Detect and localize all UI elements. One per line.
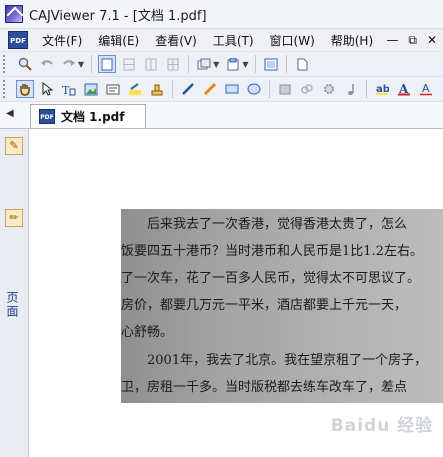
menu-edit[interactable]: 编辑(E)	[90, 32, 147, 49]
window-title: CAJViewer 7.1 - [文档 1.pdf]	[29, 8, 207, 24]
menu-tools[interactable]: 工具(T)	[205, 32, 262, 49]
search-icon[interactable]	[16, 55, 34, 73]
menu-bar: PDF 文件(F) 编辑(E) 查看(V) 工具(T) 窗口(W) 帮助(H) …	[0, 29, 443, 52]
svg-text:A: A	[422, 82, 430, 95]
toolbar-grip[interactable]	[3, 80, 11, 98]
page-text-line: 了一次车，花了一百多人民币，觉得太不可思议了。	[121, 271, 421, 286]
menu-file[interactable]: 文件(F)	[34, 32, 90, 49]
text-select-icon[interactable]: T	[60, 80, 78, 98]
text-color-icon[interactable]: ab	[373, 80, 391, 98]
chevron-down-icon[interactable]: ▼	[242, 60, 248, 69]
stamp-icon[interactable]	[148, 80, 166, 98]
pdf-icon: PDF	[8, 31, 28, 49]
gear-icon[interactable]	[320, 80, 338, 98]
link-icon[interactable]	[298, 80, 316, 98]
app-icon	[5, 5, 23, 23]
split-v-icon[interactable]	[142, 55, 160, 73]
menu-help[interactable]: 帮助(H)	[323, 32, 381, 49]
title-bar: CAJViewer 7.1 - [文档 1.pdf]	[0, 0, 443, 29]
pointer-icon[interactable]	[38, 80, 56, 98]
toolbar-separator	[188, 55, 190, 73]
side-panel: ✎ 页面 ✏	[0, 129, 29, 457]
tab-document[interactable]: PDF 文档 1.pdf	[30, 104, 146, 128]
toolbar-annotation: T ab A A	[0, 77, 443, 102]
undo-icon[interactable]	[38, 55, 56, 73]
split-h-icon[interactable]	[120, 55, 138, 73]
notes-icon[interactable]: ✎	[5, 137, 23, 155]
window-icon[interactable]	[262, 55, 280, 73]
rectangle-icon[interactable]	[223, 80, 241, 98]
toolbar-separator	[255, 55, 257, 73]
font-icon[interactable]: A	[395, 80, 413, 98]
tab-label: 文档 1.pdf	[61, 110, 125, 124]
toolbar-separator	[366, 80, 367, 98]
toolbar-separator	[172, 80, 173, 98]
pdf-icon: PDF	[39, 109, 55, 124]
toolbar-standard: ▼ ▼ ▼	[0, 52, 443, 77]
hand-icon[interactable]	[16, 80, 34, 98]
export-icon[interactable]	[224, 55, 242, 73]
select-page-icon[interactable]	[98, 55, 117, 73]
chevron-down-icon[interactable]: ▼	[78, 60, 84, 69]
toolbar-separator	[286, 55, 288, 73]
mdi-controls: — ⧉ ✕	[386, 33, 443, 48]
menu-view[interactable]: 查看(V)	[147, 32, 205, 49]
pen-icon[interactable]	[179, 80, 197, 98]
restore-icon[interactable]: ⧉	[408, 33, 417, 48]
music-icon[interactable]	[342, 80, 360, 98]
page-text-line: 卫，房租一千多。当时版税都去练车改车了，差点	[121, 380, 408, 395]
scroll-left-icon[interactable]: ◀	[6, 108, 14, 119]
underline-icon[interactable]: A	[417, 80, 435, 98]
image-select-icon[interactable]	[82, 80, 100, 98]
page-text-line: 后来我去了一次香港，觉得香港太贵了，怎么	[121, 217, 408, 232]
redo-icon[interactable]	[60, 55, 78, 73]
scanned-page-image: 后来我去了一次香港，觉得香港太贵了，怎么 饭要四五十港币？当时港币和人民币是1比…	[121, 209, 443, 403]
grid-icon[interactable]	[164, 55, 182, 73]
toolbar-grip[interactable]	[3, 55, 11, 73]
side-tab-pages[interactable]: 页面	[5, 291, 21, 319]
eraser-icon[interactable]	[276, 80, 294, 98]
ellipse-icon[interactable]	[245, 80, 263, 98]
page-text-line: 饭要四五十港币？当时港币和人民币是1比1.2左右。	[121, 244, 423, 259]
ocr-icon[interactable]	[104, 80, 122, 98]
baidu-watermark: Baidu 经验	[330, 415, 434, 436]
minimize-icon[interactable]: —	[386, 33, 398, 48]
page-text-line: 2001年，我去了北京。我在望京租了一个房子，	[121, 353, 428, 368]
menu-window[interactable]: 窗口(W)	[262, 32, 323, 49]
layout-icon[interactable]	[195, 55, 213, 73]
toolbar-separator	[269, 80, 270, 98]
page-text-line: 心舒畅。	[121, 325, 174, 340]
document-tab-strip: ◀ PDF 文档 1.pdf	[0, 102, 443, 129]
close-icon[interactable]: ✕	[427, 33, 437, 48]
document-icon[interactable]	[293, 55, 311, 73]
toolbar-separator	[91, 55, 93, 73]
highlight-icon[interactable]	[126, 80, 144, 98]
chevron-down-icon[interactable]: ▼	[213, 60, 219, 69]
marker-icon[interactable]	[201, 80, 219, 98]
svg-text:T: T	[62, 84, 70, 96]
page-text-line: 房价，都要几万元一平米，酒店都要上千元一天，	[121, 298, 408, 313]
pencil-icon[interactable]: ✏	[5, 209, 23, 227]
